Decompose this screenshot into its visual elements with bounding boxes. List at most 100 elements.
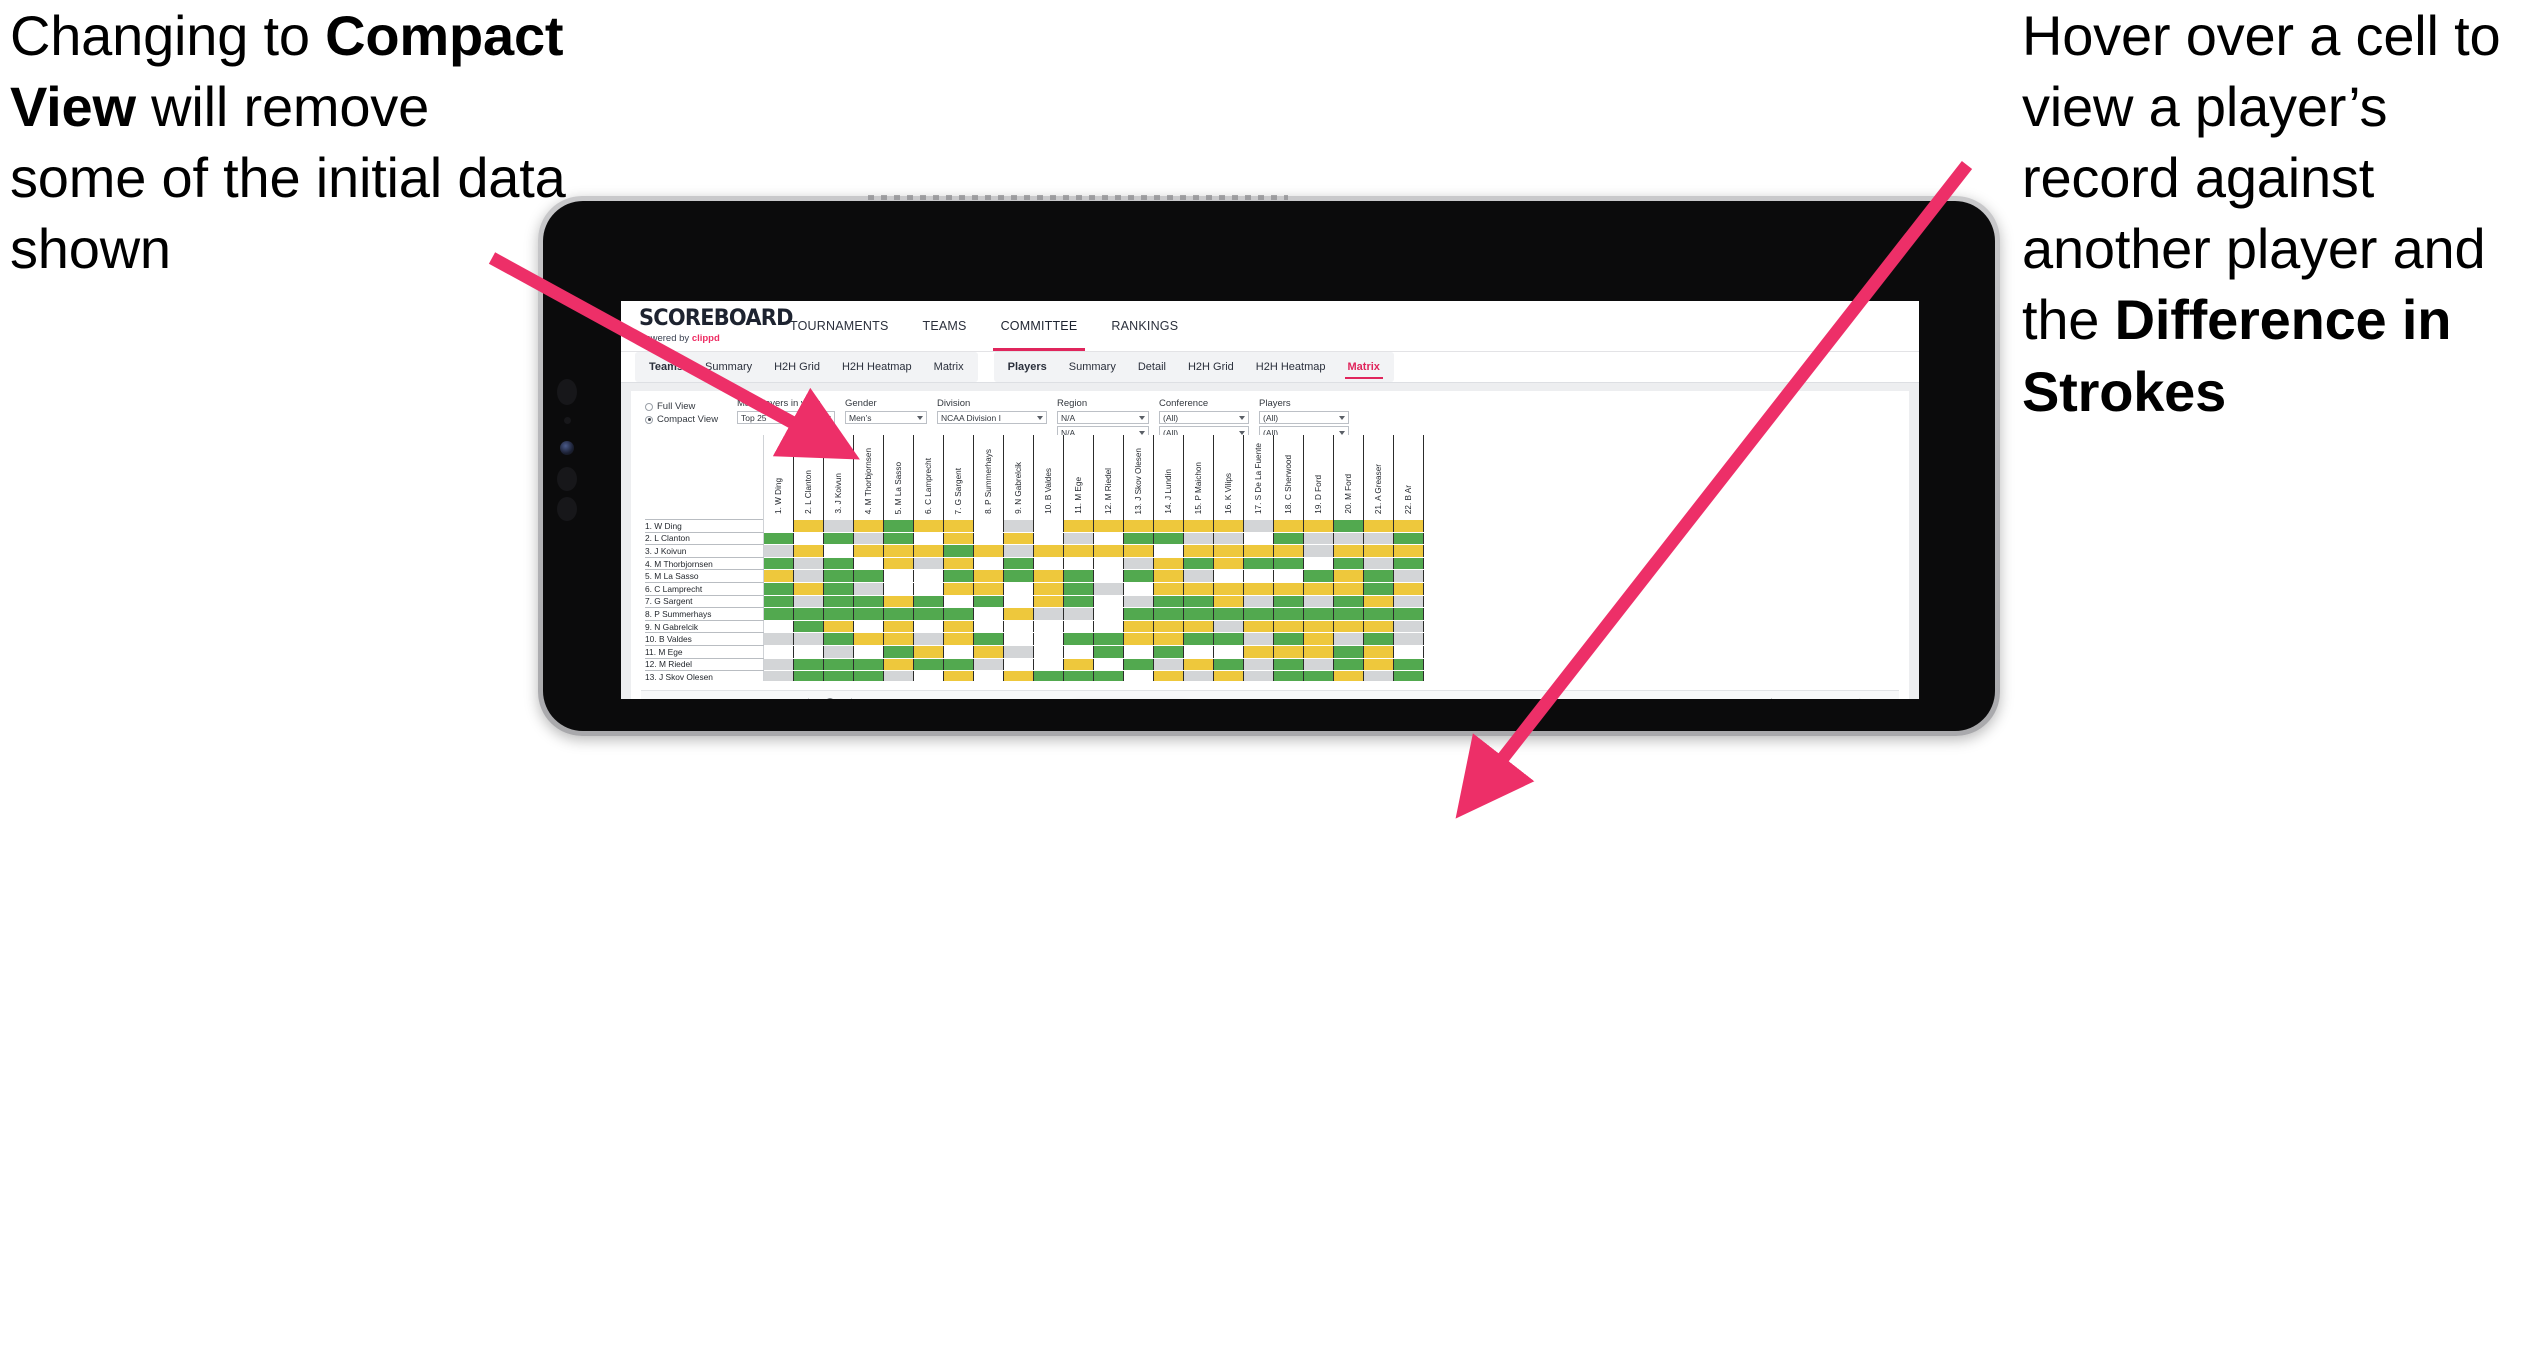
- matrix-cell[interactable]: [853, 607, 884, 621]
- matrix-cell[interactable]: [1213, 607, 1244, 621]
- matrix-cell[interactable]: [1393, 644, 1424, 659]
- matrix-cell[interactable]: [1273, 594, 1304, 609]
- matrix-column-header[interactable]: 22. B Ar: [1393, 435, 1424, 520]
- matrix-cell[interactable]: [1273, 531, 1304, 546]
- save-custom-view-button[interactable]: Save Custom View: [948, 691, 1056, 699]
- matrix-cell[interactable]: [1213, 632, 1244, 646]
- matrix-cell[interactable]: [1363, 619, 1394, 634]
- matrix-cell[interactable]: [973, 632, 1004, 646]
- share-button[interactable]: Share: [1842, 691, 1899, 699]
- matrix-cell[interactable]: [913, 632, 944, 646]
- matrix-cell[interactable]: [853, 594, 884, 609]
- matrix-cell[interactable]: [883, 670, 914, 681]
- redo-icon[interactable]: [679, 691, 703, 699]
- subnav-teams-h2h-heatmap[interactable]: H2H Heatmap: [831, 352, 923, 382]
- matrix-cell[interactable]: [1333, 544, 1364, 558]
- matrix-cell[interactable]: [1183, 607, 1214, 621]
- select-gender[interactable]: Men’s: [845, 411, 927, 424]
- matrix-column-header[interactable]: 17. S De La Fuente: [1243, 435, 1274, 520]
- matrix-cell[interactable]: [1393, 556, 1424, 571]
- matrix-cell[interactable]: [1123, 619, 1154, 634]
- matrix-cell[interactable]: [1123, 644, 1154, 659]
- matrix-cell[interactable]: [1123, 519, 1154, 533]
- matrix-cell[interactable]: [1153, 670, 1184, 681]
- matrix-cell[interactable]: [913, 594, 944, 609]
- matrix-cell[interactable]: [1303, 644, 1334, 659]
- matrix-cell[interactable]: [1123, 670, 1154, 681]
- matrix-cell[interactable]: [1183, 581, 1214, 596]
- matrix-cell[interactable]: [793, 544, 824, 558]
- matrix-cell[interactable]: [853, 581, 884, 596]
- matrix-cell[interactable]: [1093, 569, 1124, 583]
- matrix-cell[interactable]: [1363, 644, 1394, 659]
- matrix-cell[interactable]: [823, 531, 854, 546]
- matrix-cell[interactable]: [823, 594, 854, 609]
- matrix-row-label[interactable]: 7. G Sargent: [645, 594, 764, 609]
- matrix-cell[interactable]: [1363, 607, 1394, 621]
- matrix-cell[interactable]: [1243, 556, 1274, 571]
- matrix-cell[interactable]: [1243, 531, 1274, 546]
- matrix-cell[interactable]: [823, 607, 854, 621]
- matrix-cell[interactable]: [883, 544, 914, 558]
- matrix-cell[interactable]: [943, 607, 974, 621]
- matrix-cell[interactable]: [1033, 670, 1064, 681]
- matrix-cell[interactable]: [1303, 531, 1334, 546]
- matrix-cell[interactable]: [793, 619, 824, 634]
- view-original-button[interactable]: a View: Original: [861, 691, 948, 699]
- matrix-cell[interactable]: [823, 619, 854, 634]
- matrix-cell[interactable]: [1093, 619, 1124, 634]
- matrix-cell[interactable]: [913, 531, 944, 546]
- subnav-teams-summary[interactable]: Summary: [694, 352, 763, 382]
- subnav-players-matrix[interactable]: Matrix: [1337, 352, 1391, 382]
- matrix-cell[interactable]: [763, 544, 794, 558]
- matrix-cell[interactable]: [1153, 594, 1184, 609]
- matrix-cell[interactable]: [1243, 581, 1274, 596]
- matrix-cell[interactable]: [913, 544, 944, 558]
- matrix-cell[interactable]: [1243, 607, 1274, 621]
- matrix-cell[interactable]: [1033, 607, 1064, 621]
- matrix-column-header[interactable]: 7. G Sargent: [943, 435, 974, 520]
- matrix-cell[interactable]: [973, 519, 1004, 533]
- matrix-cell[interactable]: [1033, 581, 1064, 596]
- matrix-cell[interactable]: [913, 581, 944, 596]
- subnav-players-detail[interactable]: Detail: [1127, 352, 1177, 382]
- matrix-cell[interactable]: [1003, 657, 1034, 672]
- matrix-column-header[interactable]: 4. M Thorbjornsen: [853, 435, 884, 520]
- matrix-cell[interactable]: [1363, 581, 1394, 596]
- matrix-row-label[interactable]: 5. M La Sasso: [645, 569, 764, 583]
- matrix-cell[interactable]: [1393, 519, 1424, 533]
- matrix-cell[interactable]: [763, 594, 794, 609]
- matrix-cell[interactable]: [1033, 644, 1064, 659]
- matrix-cell[interactable]: [1303, 519, 1334, 533]
- matrix-cell[interactable]: [1093, 544, 1124, 558]
- matrix-cell[interactable]: [1063, 544, 1094, 558]
- matrix-column-header[interactable]: 20. M Ford: [1333, 435, 1364, 520]
- matrix-cell[interactable]: [1033, 531, 1064, 546]
- matrix-cell[interactable]: [1363, 544, 1394, 558]
- matrix-cell[interactable]: [1123, 632, 1154, 646]
- matrix-cell[interactable]: [793, 556, 824, 571]
- matrix-cell[interactable]: [1393, 657, 1424, 672]
- select-max-players[interactable]: Top 25: [737, 411, 835, 424]
- matrix-cell[interactable]: [793, 569, 824, 583]
- subnav-players-h2h-heatmap[interactable]: H2H Heatmap: [1245, 352, 1337, 382]
- matrix-cell[interactable]: [1273, 556, 1304, 571]
- matrix-column-header[interactable]: 8. P Summerhays: [973, 435, 1004, 520]
- matrix-cell[interactable]: [1273, 632, 1304, 646]
- matrix-cell[interactable]: [1243, 594, 1274, 609]
- matrix-cell[interactable]: [763, 607, 794, 621]
- matrix-cell[interactable]: [1333, 594, 1364, 609]
- presentation-icon[interactable]: [775, 691, 799, 699]
- matrix-cell[interactable]: [1243, 644, 1274, 659]
- matrix-cell[interactable]: [973, 556, 1004, 571]
- matrix-cell[interactable]: [973, 619, 1004, 634]
- matrix-cell[interactable]: [1153, 581, 1184, 596]
- matrix-cell[interactable]: [883, 619, 914, 634]
- matrix-cell[interactable]: [1273, 657, 1304, 672]
- matrix-cell[interactable]: [1303, 670, 1334, 681]
- matrix-row-label[interactable]: 6. C Lamprecht: [645, 581, 764, 596]
- matrix-column-header[interactable]: 2. L Clanton: [793, 435, 824, 520]
- matrix-cell[interactable]: [1333, 632, 1364, 646]
- matrix-row-label[interactable]: 3. J Koivun: [645, 544, 764, 558]
- matrix-cell[interactable]: [793, 657, 824, 672]
